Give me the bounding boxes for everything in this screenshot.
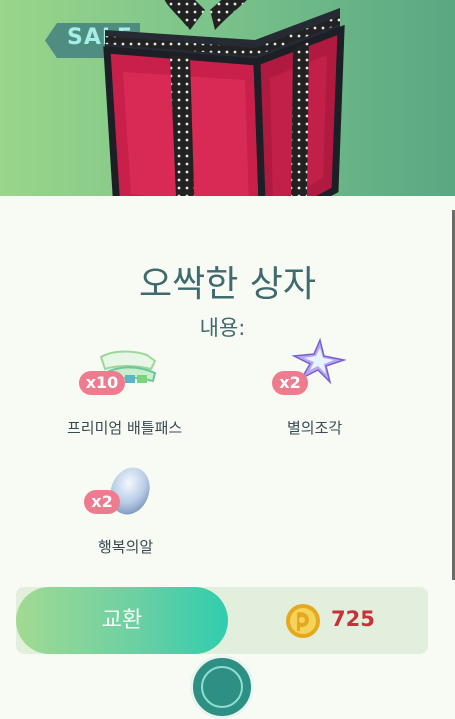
close-icon <box>201 666 243 708</box>
quantity-badge: x10 <box>79 371 125 395</box>
item-label: 프리미엄 배틀패스 <box>67 419 183 437</box>
box-title: 오싹한 상자 <box>138 264 317 305</box>
price-value: 725 <box>331 607 375 631</box>
hero-banner: SALE <box>0 0 455 196</box>
quantity-badge: x2 <box>272 371 308 395</box>
gift-box-icon <box>103 0 345 196</box>
close-fab-button[interactable] <box>190 655 254 719</box>
pokecoin-icon <box>286 604 320 638</box>
item-label: 행복의알 <box>98 538 154 556</box>
quantity-badge: x2 <box>84 490 120 514</box>
contents-label: 내용: <box>199 316 246 340</box>
item-label: 별의조각 <box>287 419 343 437</box>
exchange-button[interactable]: 교환 <box>16 587 228 654</box>
